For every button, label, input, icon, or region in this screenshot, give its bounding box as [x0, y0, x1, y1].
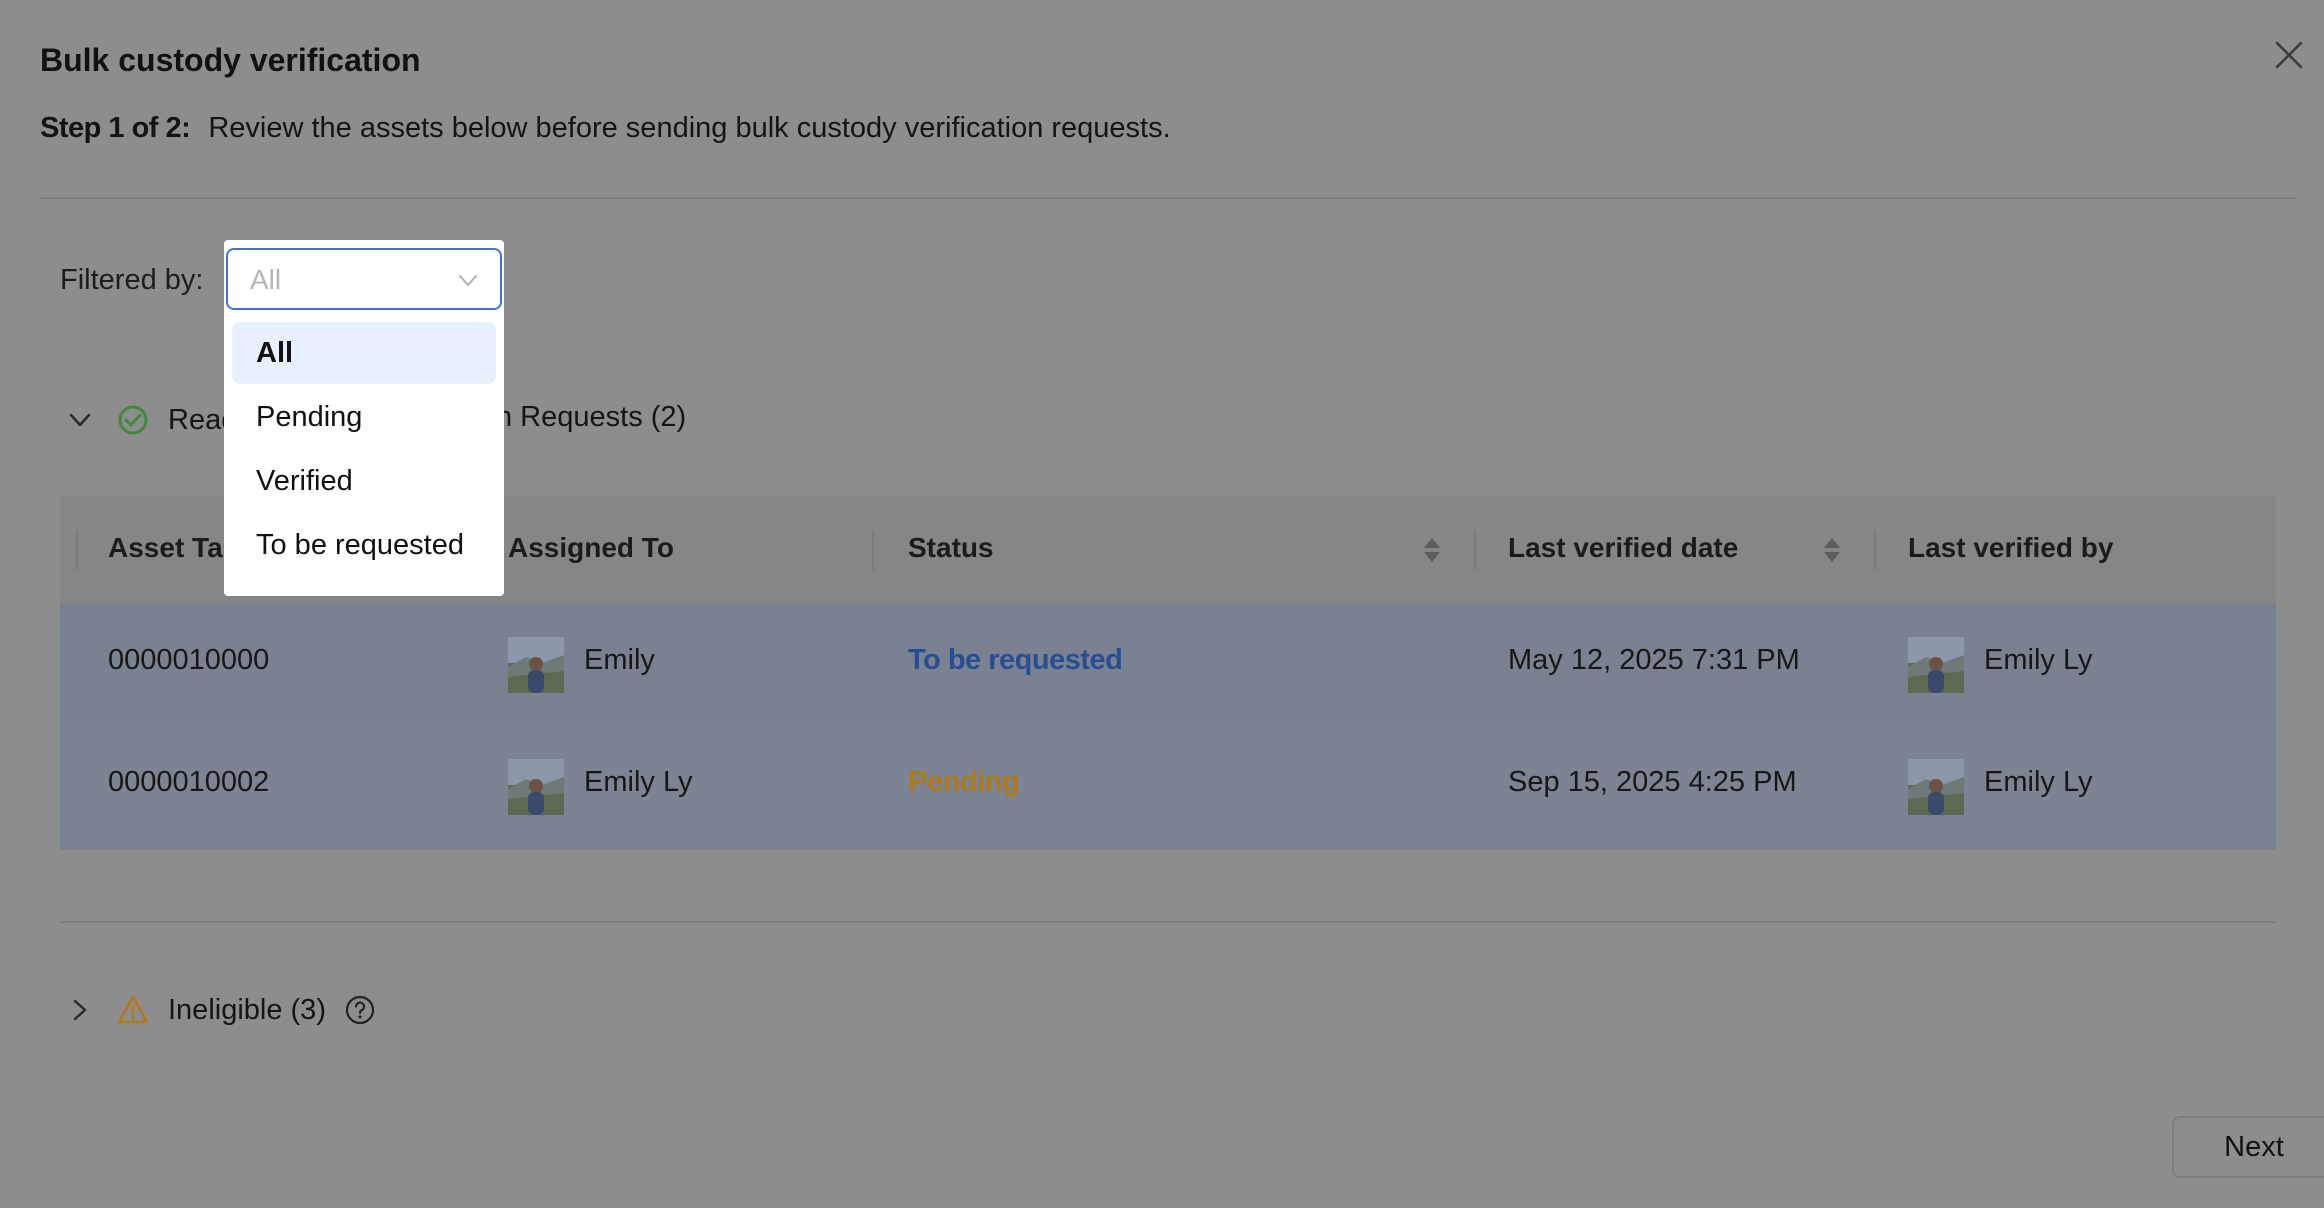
step-description: Review the assets below before sending b…	[208, 112, 1171, 144]
ineligible-group-label: Ineligible (3)	[168, 993, 326, 1026]
chevron-down-icon[interactable]	[64, 404, 96, 436]
column-header-status[interactable]: Status	[908, 532, 994, 564]
filter-select[interactable]: All	[226, 248, 502, 310]
filter-option-verified[interactable]: Verified	[232, 450, 496, 512]
avatar	[508, 637, 564, 693]
warning-icon	[117, 995, 149, 1024]
filter-option-all[interactable]: All	[232, 322, 496, 384]
step-text: Step 1 of 2: Review the assets below befo…	[40, 112, 1171, 145]
help-circle-icon[interactable]	[344, 994, 376, 1026]
asset-tag-cell: 0000010000	[108, 644, 270, 676]
filter-options: All Pending Verified To be requested	[224, 322, 504, 578]
sort-icon[interactable]	[1822, 534, 1842, 566]
header-divider	[40, 197, 2296, 199]
filter-select-value: All	[250, 264, 282, 295]
status-cell: Pending	[908, 766, 1019, 798]
column-header-last-verified-date[interactable]: Last verified date	[1508, 532, 1738, 564]
column-separator	[872, 530, 874, 570]
filter-option-pending[interactable]: Pending	[232, 386, 496, 448]
chevron-down-icon[interactable]	[456, 268, 480, 292]
close-icon[interactable]	[2272, 38, 2306, 72]
column-separator	[1474, 530, 1476, 570]
assigned-to-cell: Emily	[584, 644, 655, 676]
table-row[interactable]: 0000010000 Emily To be requested May 12,…	[60, 604, 2276, 726]
column-header-asset-tag[interactable]: Asset Ta	[108, 532, 223, 564]
ineligible-group-header[interactable]: Ineligible (3)	[64, 990, 376, 1030]
filter-label: Filtered by:	[60, 264, 204, 296]
filter-option-to-be-requested[interactable]: To be requested	[232, 514, 496, 576]
column-header-last-verified-by[interactable]: Last verified by	[1908, 532, 2113, 564]
last-verified-date-cell: May 12, 2025 7:31 PM	[1508, 644, 1800, 676]
chevron-right-icon[interactable]	[64, 994, 96, 1026]
avatar	[1908, 637, 1964, 693]
column-header-assigned-to[interactable]: Assigned To	[508, 532, 674, 564]
step-label: Step 1 of 2:	[40, 112, 191, 144]
check-circle-icon	[118, 405, 148, 435]
table-row[interactable]: 0000010002 Emily Ly Pending Sep 15, 2025…	[60, 726, 2276, 848]
last-verified-by-cell: Emily Ly	[1984, 766, 2093, 798]
last-verified-by-cell: Emily Ly	[1984, 644, 2093, 676]
assigned-to-cell: Emily Ly	[584, 766, 693, 798]
avatar	[1908, 759, 1964, 815]
column-separator	[76, 530, 78, 570]
avatar	[508, 759, 564, 815]
last-verified-date-cell: Sep 15, 2025 4:25 PM	[1508, 766, 1797, 798]
column-separator	[1874, 530, 1876, 570]
section-divider	[60, 921, 2276, 923]
ready-group-header[interactable]: Read	[64, 400, 237, 440]
ready-group-label-end: n Requests (2)	[496, 401, 687, 433]
status-cell: To be requested	[908, 644, 1123, 676]
sort-icon[interactable]	[1422, 534, 1442, 566]
asset-tag-cell: 0000010002	[108, 766, 270, 798]
next-button[interactable]: Next	[2172, 1116, 2324, 1178]
filter-dropdown: All All Pending Verified To be requested	[224, 240, 504, 596]
dialog-title: Bulk custody verification	[40, 42, 421, 78]
